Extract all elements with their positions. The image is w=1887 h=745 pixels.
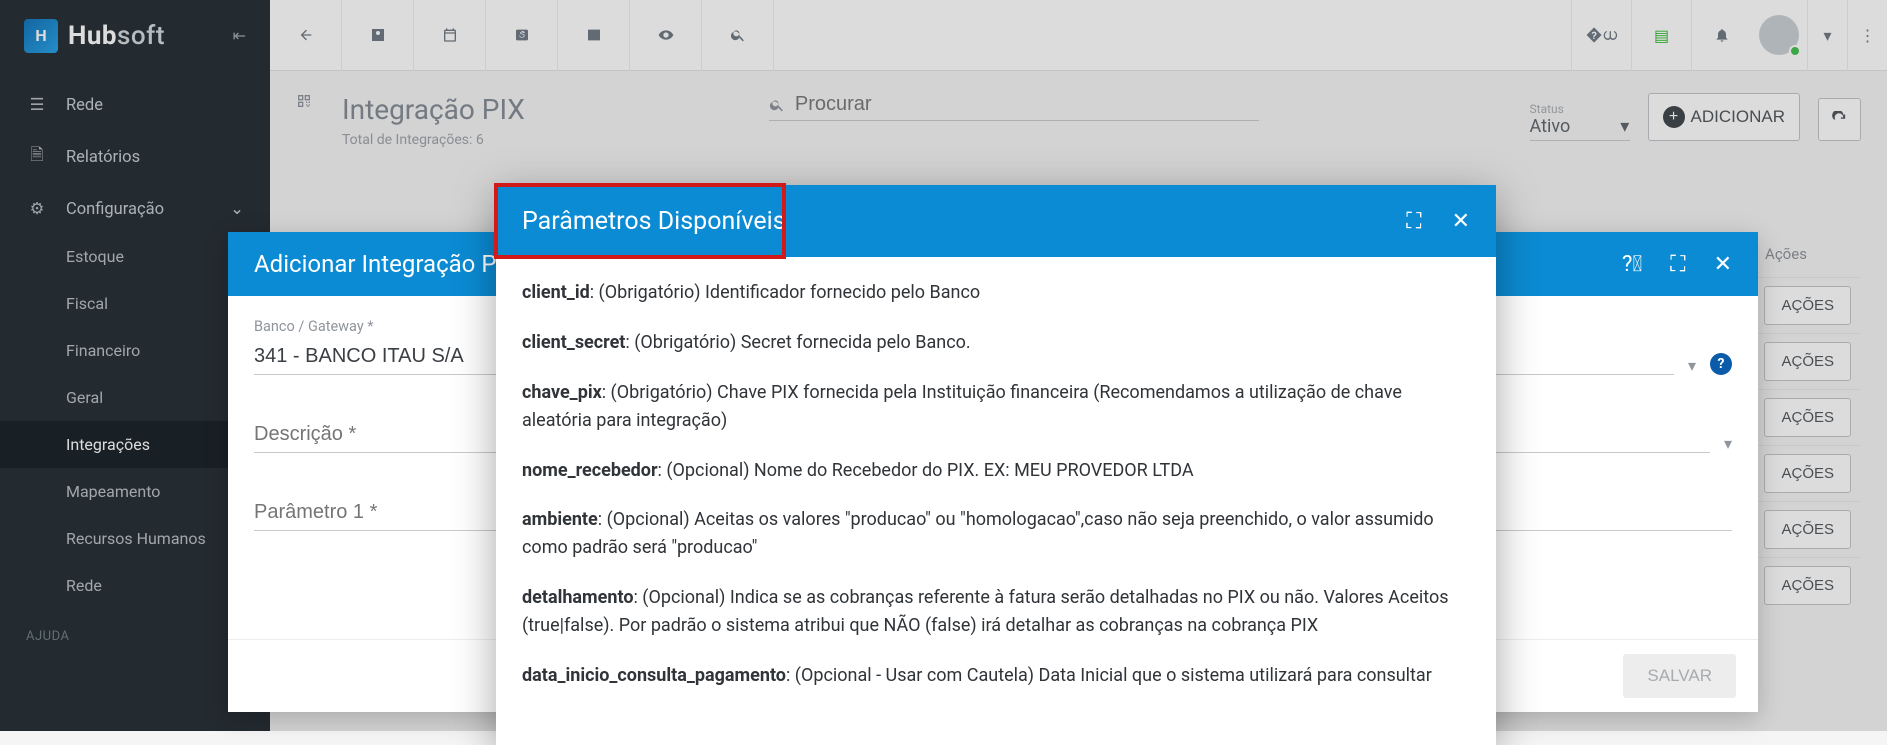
- param-item: ambiente: (Opcional) Aceitas os valores …: [522, 506, 1470, 562]
- help-icon[interactable]: ?: [1710, 353, 1732, 375]
- param-item: client_secret: (Obrigatório) Secret forn…: [522, 329, 1470, 357]
- param-item: chave_pix: (Obrigatório) Chave PIX forne…: [522, 379, 1470, 435]
- close-icon[interactable]: ✕: [1714, 252, 1732, 277]
- save-button[interactable]: SALVAR: [1623, 654, 1736, 698]
- close-icon[interactable]: ✕: [1452, 209, 1470, 234]
- parameters-list: client_id: (Obrigatório) Identificador f…: [496, 257, 1496, 745]
- fullscreen-icon[interactable]: ⛶: [1670, 252, 1685, 277]
- modal-header: Parâmetros Disponíveis ⛶ ✕: [496, 185, 1496, 257]
- param-item: data_inicio_consulta_pagamento: (Opciona…: [522, 662, 1470, 690]
- help-icon[interactable]: ?⃝: [1622, 252, 1642, 277]
- modal-title: Parâmetros Disponíveis: [522, 207, 786, 236]
- param-item: nome_recebedor: (Opcional) Nome do Receb…: [522, 457, 1470, 485]
- chevron-down-icon: ▾: [1688, 356, 1696, 375]
- param-item: detalhamento: (Opcional) Indica se as co…: [522, 584, 1470, 640]
- param-item: client_id: (Obrigatório) Identificador f…: [522, 279, 1470, 307]
- fullscreen-icon[interactable]: ⛶: [1406, 209, 1421, 234]
- chevron-down-icon: ▾: [1724, 434, 1732, 453]
- modal-title: Adicionar Integração PIX: [254, 250, 518, 278]
- parameters-modal: Parâmetros Disponíveis ⛶ ✕ client_id: (O…: [496, 185, 1496, 745]
